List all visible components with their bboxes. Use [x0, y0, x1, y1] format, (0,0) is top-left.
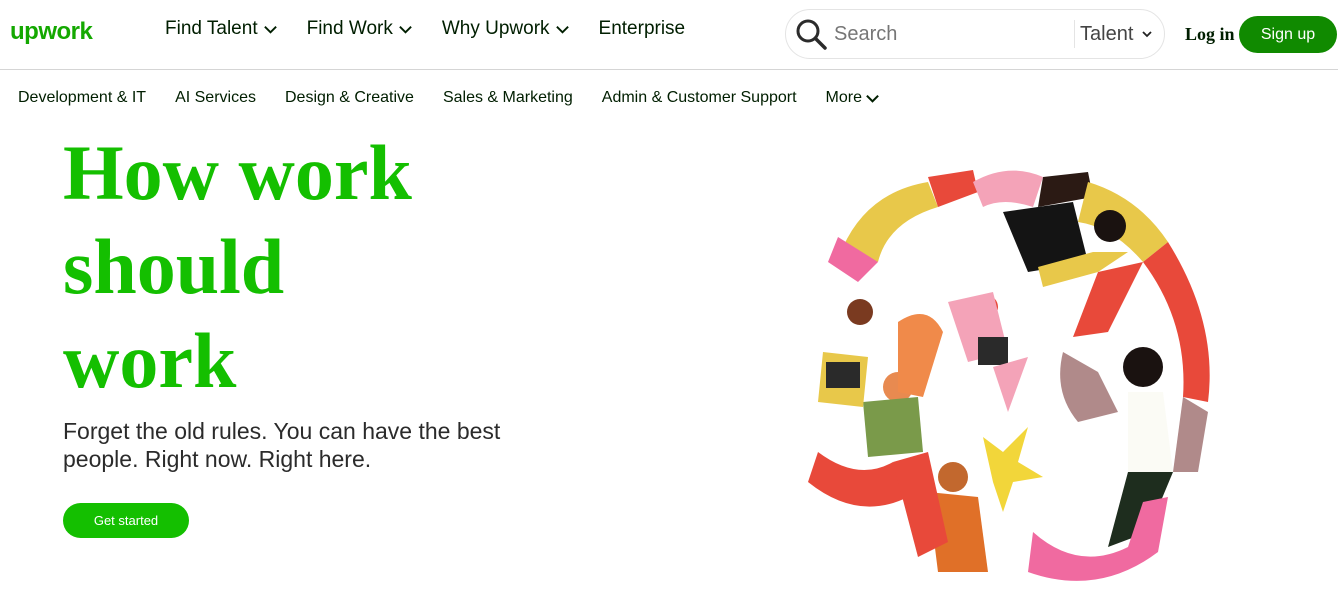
search-icon[interactable] — [794, 17, 828, 51]
nav-find-work[interactable]: Find Work — [307, 18, 413, 40]
hero-title-line: should — [63, 223, 285, 310]
category-more[interactable]: More — [826, 89, 880, 107]
hero-title-line: work — [63, 317, 237, 404]
nav-label: Find Work — [306, 18, 393, 39]
nav-enterprise[interactable]: Enterprise — [599, 18, 686, 40]
top-header: upwork Find Talent Find Work Why Upwork … — [0, 0, 1338, 70]
signup-button[interactable]: Sign up — [1239, 16, 1337, 53]
category-sales-marketing[interactable]: Sales & Marketing — [443, 89, 573, 107]
nav-label: Enterprise — [598, 18, 686, 39]
upwork-logo[interactable]: upwork — [10, 18, 93, 46]
chevron-down-icon — [865, 91, 880, 106]
hero-subtitle: Forget the old rules. You can have the b… — [63, 418, 501, 472]
main-nav: Find Talent Find Work Why Upwork Enterpr… — [165, 18, 714, 40]
login-link[interactable]: Log in — [1185, 24, 1235, 45]
chevron-down-icon — [263, 22, 278, 37]
category-ai-services[interactable]: AI Services — [175, 89, 256, 107]
category-admin-support[interactable]: Admin & Customer Support — [602, 89, 797, 107]
search-bar: Talent — [785, 9, 1165, 59]
nav-label: Find Talent — [165, 18, 258, 39]
category-label: More — [825, 89, 862, 106]
chevron-down-icon — [398, 22, 413, 37]
chevron-down-icon — [555, 22, 570, 37]
hero-title: How work should work — [63, 126, 503, 408]
category-design-creative[interactable]: Design & Creative — [285, 89, 414, 107]
nav-find-talent[interactable]: Find Talent — [165, 18, 278, 40]
hero-title-line: How work — [63, 129, 412, 216]
get-started-button[interactable]: Get started — [63, 503, 189, 538]
search-input[interactable] — [834, 22, 1074, 46]
category-nav: Development & IT AI Services Design & Cr… — [18, 89, 909, 107]
nav-why-upwork[interactable]: Why Upwork — [442, 18, 570, 40]
hero-illustration — [798, 152, 1228, 597]
category-development-it[interactable]: Development & IT — [18, 89, 146, 107]
nav-label: Why Upwork — [441, 18, 550, 39]
chevron-down-icon — [1141, 28, 1153, 40]
illustration-figures — [808, 170, 1210, 581]
search-scope-select[interactable]: Talent — [1075, 23, 1153, 46]
search-scope-label: Talent — [1080, 22, 1134, 45]
